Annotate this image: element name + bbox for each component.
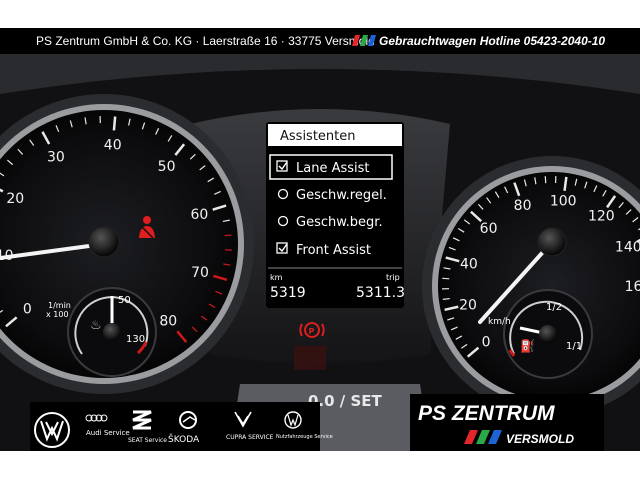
coolant-label-low: 50 <box>118 295 131 306</box>
menu-item-label: Geschw.regel. <box>296 188 387 203</box>
multifunction-display: Assistenten Lane Assist Geschw.regel. Ge… <box>266 122 405 308</box>
rpm-scale-label: 70 <box>191 265 209 281</box>
display-title: Assistenten <box>280 129 356 144</box>
km-label: km <box>270 273 283 282</box>
menu-item-label: Lane Assist <box>296 161 370 176</box>
cluster-drawing: 01020304050607080 50 130 ♨ 1/min x 100 <box>0 54 640 451</box>
instrument-cluster-photo: 01020304050607080 50 130 ♨ 1/min x 100 <box>0 54 640 451</box>
brand-logos: Audi Service SEAT Service ŠKODA CUPRA SE… <box>30 402 333 451</box>
stripes-logo-icon <box>352 35 376 46</box>
vw-commercial-caption: Nutzfahrzeuge Service <box>276 434 333 440</box>
cupra-caption: CUPRA SERVICE <box>226 434 274 441</box>
ps-zentrum-logo: PS ZENTRUM VERSMOLD <box>410 394 604 451</box>
rpm-unit-label: 1/min <box>48 301 71 310</box>
dealer-header-bar: PS Zentrum GmbH & Co. KG · Laerstraße 16… <box>0 28 640 54</box>
fuel-label-full: 1/1 <box>566 341 582 352</box>
speed-tick <box>442 297 450 301</box>
rpm-scale-label: 0 <box>23 301 32 317</box>
coolant-icon: ♨ <box>90 318 102 333</box>
rpm-scale-label: 30 <box>47 149 65 165</box>
speed-scale-label: 80 <box>514 198 532 214</box>
speed-unit-label: km/h <box>488 317 511 327</box>
speed-scale-label: 120 <box>588 209 615 225</box>
coolant-label-high: 130 <box>126 334 145 345</box>
rpm-needle-hub <box>88 226 120 258</box>
odometer-value: 5319 <box>270 285 306 301</box>
speed-scale-label: 140 <box>615 239 640 255</box>
speed-needle-hub <box>537 227 567 257</box>
rpm-tick <box>112 116 117 131</box>
speed-scale-label: 0 <box>482 334 491 350</box>
speed-scale-label: 40 <box>460 257 478 273</box>
dealer-address: PS Zentrum GmbH & Co. KG · Laerstraße 16… <box>36 34 375 48</box>
rpm-scale-label: x 100 <box>46 310 69 319</box>
trip-value: 5311.3 <box>356 285 405 301</box>
bottom-white-bar <box>0 451 640 480</box>
rpm-scale-label: 80 <box>159 314 177 330</box>
speed-scale-label: 60 <box>480 221 498 237</box>
speed-scale-label: 20 <box>459 298 477 314</box>
rpm-scale-label: 50 <box>158 159 176 175</box>
menu-item-label: Geschw.begr. <box>296 215 383 230</box>
rpm-scale-label: 40 <box>104 137 122 153</box>
fuel-label-half: 1/2 <box>546 302 562 313</box>
speed-scale-label: 160 <box>625 279 640 295</box>
dealer-stripes-icon <box>464 430 502 444</box>
rpm-scale-label: 60 <box>190 207 208 223</box>
dealer-logo-name: PS ZENTRUM <box>418 402 555 425</box>
hotline-text: Gebrauchtwagen Hotline 05423-2040-10 <box>379 34 606 48</box>
skoda-caption: ŠKODA <box>168 433 200 445</box>
svg-text:P: P <box>309 327 315 336</box>
rpm-scale-label: 20 <box>6 191 24 207</box>
trip-label: trip <box>386 273 400 282</box>
menu-item-label: Front Assist <box>296 243 371 258</box>
speed-scale-label: 100 <box>550 194 577 210</box>
audi-service-caption: Audi Service <box>86 429 130 437</box>
seat-service-caption: SEAT Service <box>128 437 167 444</box>
fuel-pump-icon: ⛽ <box>520 339 535 353</box>
dealer-logo-city: VERSMOLD <box>506 432 574 446</box>
